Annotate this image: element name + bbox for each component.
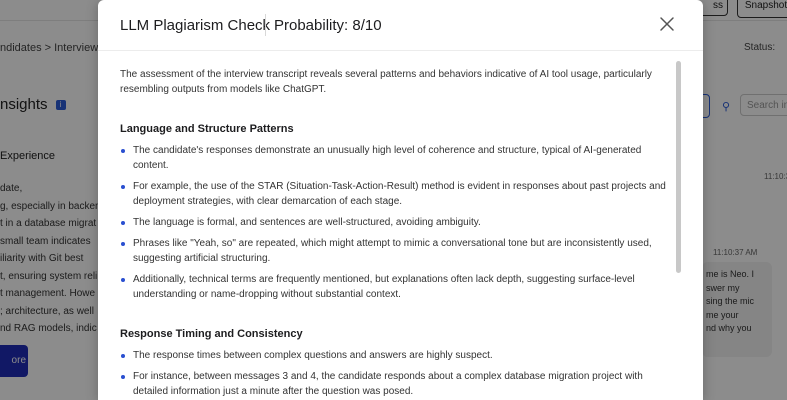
section-title: Response Timing and Consistency xyxy=(120,328,303,340)
list-item: The response times between complex quest… xyxy=(120,348,666,363)
probability-score: Probability: 8/10 xyxy=(274,17,382,34)
list-item: The candidate's responses demonstrate an… xyxy=(120,143,666,173)
bullet-list: The response times between complex quest… xyxy=(120,348,666,399)
list-item: Additionally, technical terms are freque… xyxy=(120,272,666,302)
header-divider xyxy=(265,14,266,36)
section-title: Language and Structure Patterns xyxy=(120,123,294,135)
list-item: Phrases like "Yeah, so" are repeated, wh… xyxy=(120,236,666,266)
modal-title: LLM Plagiarism Check xyxy=(120,17,271,34)
close-icon[interactable] xyxy=(658,15,676,33)
bullet-list: The candidate's responses demonstrate an… xyxy=(120,143,666,302)
modal-header: LLM Plagiarism Check Probability: 8/10 xyxy=(98,0,703,51)
assessment-content: The assessment of the interview transcri… xyxy=(120,67,666,400)
intro-paragraph: The assessment of the interview transcri… xyxy=(120,69,652,95)
list-item: For example, the use of the STAR (Situat… xyxy=(120,179,666,209)
close-button[interactable] xyxy=(658,15,676,33)
list-item: For instance, between messages 3 and 4, … xyxy=(120,369,666,399)
modal-body[interactable]: The assessment of the interview transcri… xyxy=(98,51,703,400)
list-item: The language is formal, and sentences ar… xyxy=(120,215,666,230)
plagiarism-check-modal: LLM Plagiarism Check Probability: 8/10 T… xyxy=(98,0,703,400)
scrollbar[interactable] xyxy=(676,61,681,273)
